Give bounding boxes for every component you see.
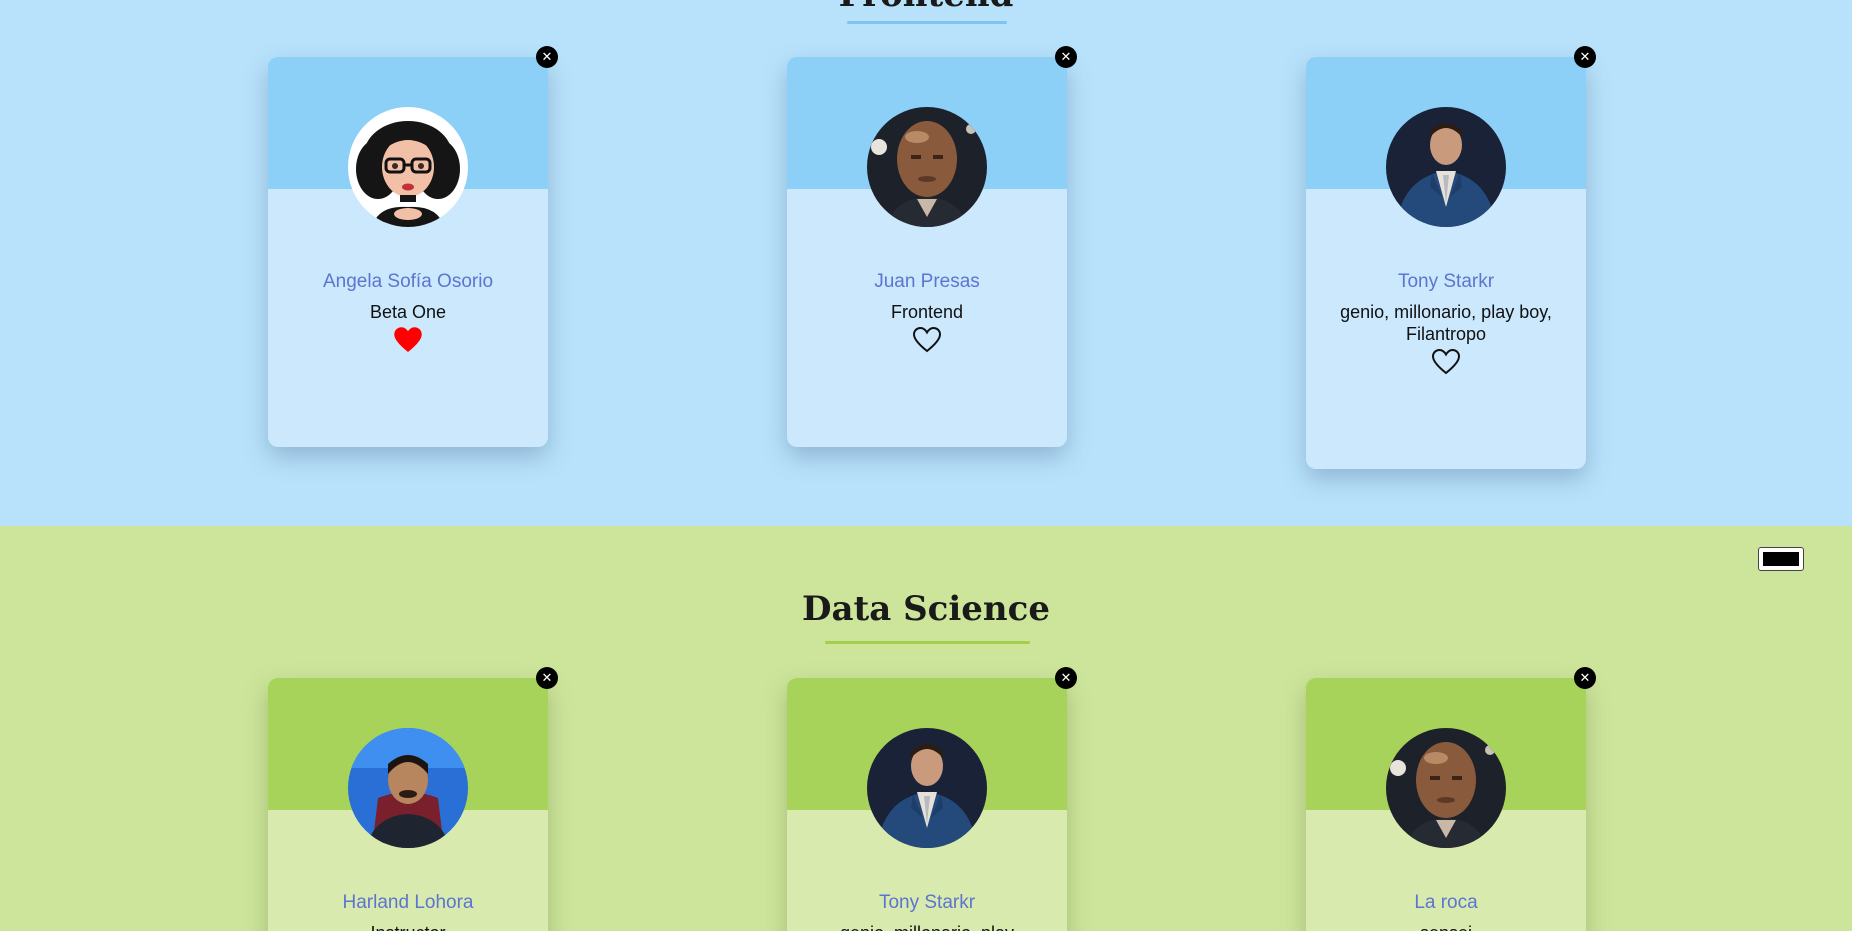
bald-man-avatar — [1386, 728, 1506, 848]
heart-icon[interactable] — [394, 327, 422, 353]
profile-card: Tony Starkr genio, millonario, play boy,… — [1306, 57, 1586, 469]
close-icon[interactable]: ✕ — [1574, 46, 1596, 68]
heart-icon[interactable] — [1432, 349, 1460, 375]
profile-card: La roca sensei — [1306, 678, 1586, 931]
man-in-suit-avatar — [1386, 107, 1506, 227]
close-icon[interactable]: ✕ — [1574, 667, 1596, 689]
card-name: Harland Lohora — [342, 892, 474, 913]
cartoon-girl-avatar — [348, 107, 468, 227]
section-title-frontend: Frontend — [0, 0, 1852, 12]
close-icon[interactable]: ✕ — [1055, 667, 1077, 689]
profile-card: Juan Presas Frontend — [787, 57, 1067, 447]
card-role: Instructor — [298, 922, 518, 931]
close-icon[interactable]: ✕ — [536, 667, 558, 689]
card-name: Tony Starkr — [878, 892, 976, 913]
card-name: Angela Sofía Osorio — [322, 271, 494, 292]
title-underline — [825, 641, 1030, 644]
title-underline — [847, 21, 1007, 24]
card-role: genio, millonario, play boy, Filantropo — [1340, 302, 1552, 344]
close-icon[interactable]: ✕ — [536, 46, 558, 68]
close-icon[interactable]: ✕ — [1055, 46, 1077, 68]
profile-card: Angela Sofía Osorio Beta One — [268, 57, 548, 447]
card-role: Beta One — [369, 302, 447, 322]
card-role: sensei — [1336, 922, 1556, 931]
profile-card: Tony Starkr genio, millonario, play — [787, 678, 1067, 931]
profile-card: Harland Lohora Instructor — [268, 678, 548, 931]
card-name: Juan Presas — [874, 271, 980, 292]
heart-icon[interactable] — [913, 327, 941, 353]
man-in-suit-avatar — [867, 728, 987, 848]
card-name: Tony Starkr — [1397, 271, 1495, 292]
toggle-button[interactable] — [1758, 547, 1804, 571]
card-role: genio, millonario, play — [817, 922, 1037, 931]
section-title-data-science: Data Science — [802, 589, 1050, 629]
data-science-section: Data Science Harland Lohora Instructor ✕ — [0, 526, 1852, 931]
card-role: Frontend — [890, 302, 964, 322]
bald-man-avatar — [867, 107, 987, 227]
frontend-section: Frontend Angela Sofía — [0, 0, 1852, 526]
card-name: La roca — [1414, 892, 1478, 913]
man-blue-background-avatar — [348, 728, 468, 848]
